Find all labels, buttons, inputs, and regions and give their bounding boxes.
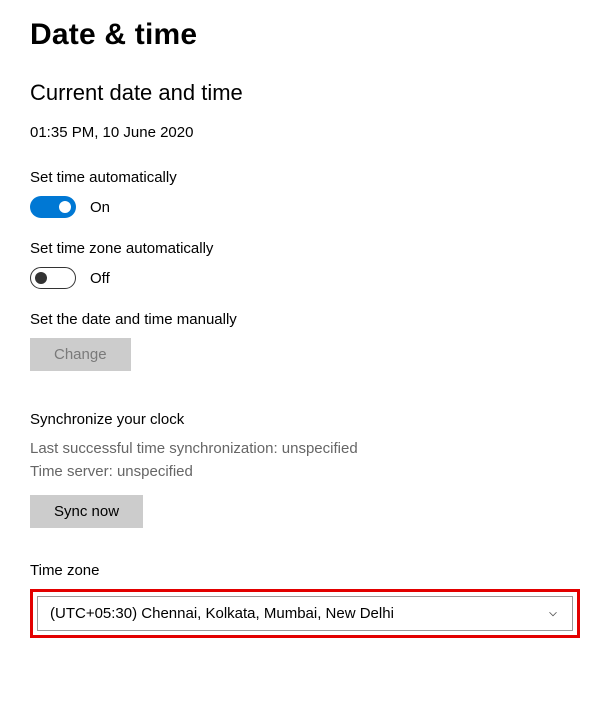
sync-last: Last successful time synchronization: un… (30, 438, 580, 461)
set-tz-auto-state: Off (90, 270, 110, 287)
timezone-value: (UTC+05:30) Chennai, Kolkata, Mumbai, Ne… (50, 605, 394, 622)
set-tz-auto-block: Set time zone automatically Off (30, 240, 580, 289)
set-tz-auto-label: Set time zone automatically (30, 240, 580, 257)
sync-title: Synchronize your clock (30, 411, 580, 428)
timezone-label: Time zone (30, 562, 580, 579)
sync-info: Last successful time synchronization: un… (30, 438, 580, 483)
timezone-block: Time zone (UTC+05:30) Chennai, Kolkata, … (30, 562, 580, 638)
sync-now-button[interactable]: Sync now (30, 495, 143, 528)
set-time-auto-block: Set time automatically On (30, 169, 580, 218)
set-tz-auto-toggle[interactable] (30, 267, 76, 289)
sync-block: Synchronize your clock Last successful t… (30, 411, 580, 528)
change-button[interactable]: Change (30, 338, 131, 371)
set-time-auto-label: Set time automatically (30, 169, 580, 186)
set-time-auto-state: On (90, 199, 110, 216)
set-time-auto-toggle[interactable] (30, 196, 76, 218)
manual-label: Set the date and time manually (30, 311, 580, 328)
toggle-knob (35, 272, 47, 284)
toggle-knob (59, 201, 71, 213)
manual-block: Set the date and time manually Change (30, 311, 580, 371)
chevron-down-icon (546, 607, 560, 621)
sync-server: Time server: unspecified (30, 461, 580, 484)
current-section-title: Current date and time (30, 80, 580, 106)
timezone-highlight: (UTC+05:30) Chennai, Kolkata, Mumbai, Ne… (30, 589, 580, 638)
current-datetime: 01:35 PM, 10 June 2020 (30, 124, 580, 141)
timezone-dropdown[interactable]: (UTC+05:30) Chennai, Kolkata, Mumbai, Ne… (37, 596, 573, 631)
page-title: Date & time (30, 18, 580, 52)
